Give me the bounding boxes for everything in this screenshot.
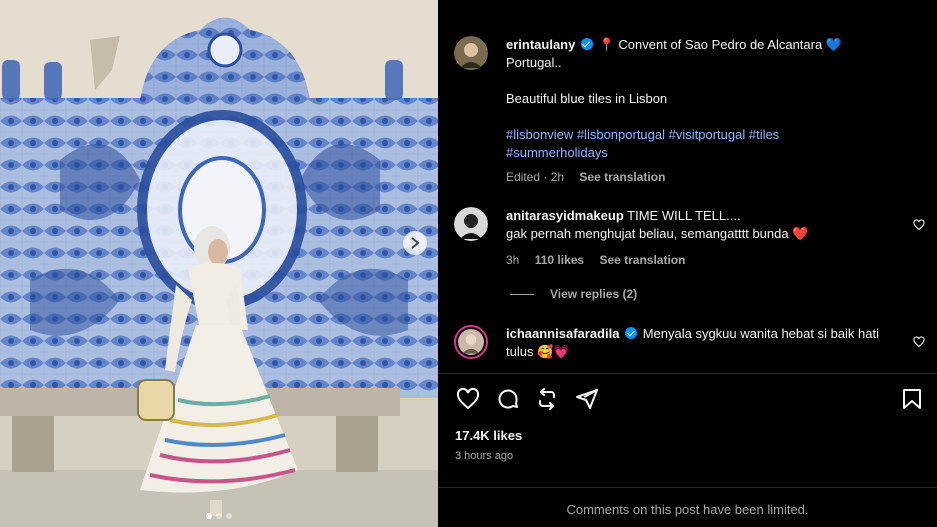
comment-like-heart-icon[interactable] bbox=[913, 336, 925, 348]
post-time-ago: 3 hours ago bbox=[455, 450, 514, 462]
verified-icon bbox=[580, 38, 593, 50]
share-send-icon[interactable] bbox=[575, 387, 599, 411]
comment-item: ichaannisafaradila Menyala sygkuu wanita… bbox=[454, 325, 924, 361]
comment-time: 3h bbox=[506, 253, 520, 267]
repost-icon[interactable] bbox=[535, 387, 559, 411]
view-replies-link[interactable]: View replies (2) bbox=[510, 287, 637, 301]
hashtag-link[interactable]: #visitportugal bbox=[669, 127, 746, 142]
caption-timestamp: Edited · 2h bbox=[506, 170, 565, 184]
carousel-dot bbox=[206, 513, 212, 519]
avatar[interactable] bbox=[454, 207, 488, 241]
verified-icon bbox=[625, 327, 638, 339]
caption-line-3: Beautiful blue tiles in Lisbon bbox=[506, 91, 668, 106]
comment-text-line-2: gak pernah menghujat beliau, semangatttt… bbox=[506, 226, 809, 241]
post-caption: erintaulany 📍 Convent of Sao Pedro de Al… bbox=[454, 36, 924, 186]
like-heart-icon[interactable] bbox=[456, 387, 480, 411]
comment-item: anitarasyidmakeup TIME WILL TELL.... gak… bbox=[454, 207, 924, 269]
see-translation-link[interactable]: See translation bbox=[599, 253, 685, 267]
carousel-dot bbox=[216, 513, 222, 519]
comment-text: TIME WILL TELL.... bbox=[627, 208, 741, 223]
see-translation-link[interactable]: See translation bbox=[579, 170, 665, 184]
hashtag-link[interactable]: #lisbonportugal bbox=[577, 127, 665, 142]
comment-like-heart-icon[interactable] bbox=[913, 219, 925, 231]
hashtag-link[interactable]: #lisbonview bbox=[506, 127, 573, 142]
carousel-dots bbox=[0, 513, 438, 519]
hashtag-link[interactable]: #tiles bbox=[749, 127, 779, 142]
comment-bubble-icon[interactable] bbox=[496, 387, 520, 411]
caption-username[interactable]: erintaulany bbox=[506, 37, 575, 52]
carousel-next-button[interactable] bbox=[403, 231, 427, 255]
caption-line-2: Portugal.. bbox=[506, 55, 562, 70]
post-actions bbox=[454, 384, 924, 414]
post-image[interactable] bbox=[0, 0, 438, 527]
like-count[interactable]: 17.4K likes bbox=[455, 428, 522, 443]
bookmark-save-icon[interactable] bbox=[900, 387, 924, 411]
caption-line-1: 📍 Convent of Sao Pedro de Alcantara 💙 bbox=[598, 37, 843, 52]
avatar[interactable] bbox=[454, 36, 488, 70]
comment-likes[interactable]: 110 likes bbox=[535, 253, 584, 267]
carousel-dot bbox=[226, 513, 232, 519]
hashtag-link[interactable]: #summerholidays bbox=[506, 145, 608, 160]
comment-username[interactable]: anitarasyidmakeup bbox=[506, 208, 624, 223]
comments-limited-notice: Comments on this post have been limited. bbox=[438, 487, 937, 517]
avatar[interactable] bbox=[454, 325, 488, 359]
comment-username[interactable]: ichaannisafaradila bbox=[506, 326, 619, 341]
comment-text: Menyala sygkuu wanita hebat si baik hati bbox=[642, 326, 880, 341]
view-replies-label: View replies (2) bbox=[550, 287, 638, 301]
comment-text-line-2: tulus 🥰💗 bbox=[506, 344, 570, 359]
post-sidebar: erintaulany 📍 Convent of Sao Pedro de Al… bbox=[438, 0, 937, 527]
chevron-right-icon bbox=[411, 237, 420, 249]
photo-illustration bbox=[0, 0, 438, 527]
comments-scroll-area[interactable]: erintaulany 📍 Convent of Sao Pedro de Al… bbox=[438, 0, 937, 374]
